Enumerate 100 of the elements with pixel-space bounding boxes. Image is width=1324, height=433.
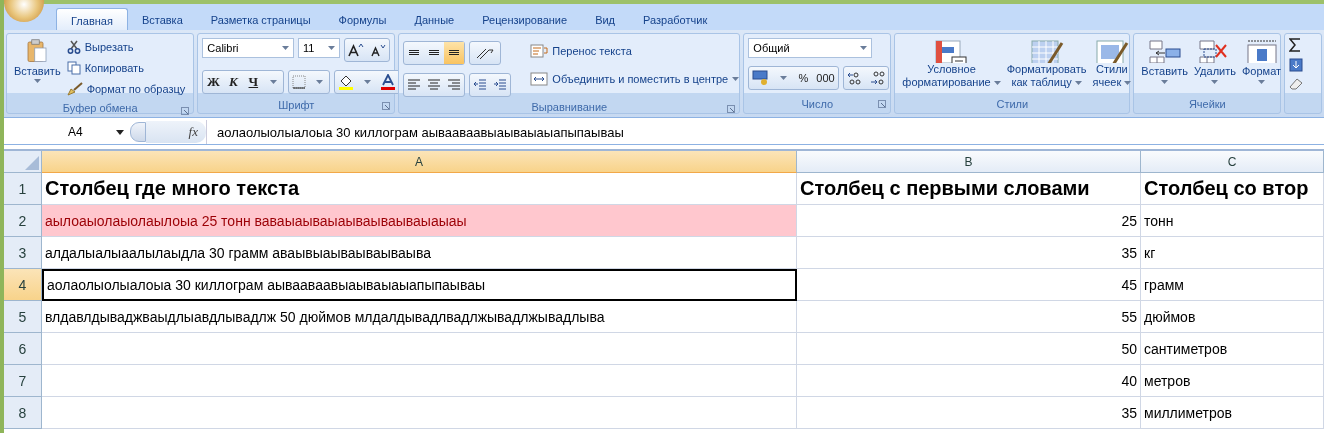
- fill-down-icon[interactable]: [1289, 58, 1304, 72]
- table-cell: Столбец со втор: [1141, 173, 1324, 205]
- column-header[interactable]: A: [42, 151, 797, 173]
- row-header[interactable]: 2: [4, 205, 42, 237]
- table-cell: влдавлдываджваыдлыавдлывадлж 50 дюймов млдалдывадлвадлжывадлжывадлыва: [42, 301, 797, 333]
- merge-center-button[interactable]: Объединить и поместить в центре: [527, 69, 743, 89]
- align-lines-icon: [427, 78, 442, 92]
- table-cell: кг: [1141, 237, 1324, 269]
- wrap-text-button[interactable]: Перенос текста: [527, 41, 743, 61]
- scissors-icon: [66, 40, 81, 54]
- underline-button[interactable]: Ч: [243, 71, 264, 93]
- decimal-arrows-icon: [846, 70, 863, 86]
- table-cell: аылоаыолаыолаылоыа 25 тонн ваваыаываыаываываываыаыаы: [42, 205, 797, 237]
- font-color-icon: [380, 74, 397, 90]
- eraser-icon[interactable]: [1289, 78, 1304, 90]
- cut-button[interactable]: Вырезать: [63, 37, 189, 57]
- table-cell: аолаолыолыалоыа 30 киллограм аывааваавыаываыаыапыпаываы: [42, 269, 797, 301]
- table-cell: 50: [797, 333, 1141, 365]
- caret-icon: [993, 80, 1001, 85]
- cells-button[interactable]: Формат: [1238, 37, 1285, 86]
- table-cell: алдалыалыаалылаыдла 30 грамм аваывыаываываываыва: [42, 237, 797, 269]
- rotated-text-icon: [475, 46, 496, 60]
- ribbon-tab[interactable]: Вид: [581, 8, 630, 30]
- ribbon-tab[interactable]: Разработчик: [629, 8, 722, 30]
- row-header[interactable]: 8: [4, 397, 42, 429]
- align-lines-icon: [428, 50, 441, 56]
- table-cell: 45: [797, 269, 1141, 301]
- table-brush-icon: [1029, 39, 1064, 63]
- shrink-font-icon: [370, 43, 387, 57]
- align-lines-icon: [407, 78, 422, 92]
- table-cell: 25: [797, 205, 1141, 237]
- copy-icon: [66, 61, 81, 75]
- row-header[interactable]: 6: [4, 333, 42, 365]
- table-cell: сантиметров: [1141, 333, 1324, 365]
- style-button[interactable]: Стили ячеек: [1089, 37, 1135, 91]
- indent-icon: [473, 78, 488, 92]
- border-grid-icon: [292, 75, 307, 89]
- merge-cells-icon: [530, 72, 549, 86]
- italic-button[interactable]: К: [223, 71, 244, 93]
- table-cell: грамм: [1141, 269, 1324, 301]
- dialog-launcher-icon[interactable]: [382, 102, 391, 110]
- cells-button[interactable]: Удалить: [1190, 37, 1239, 86]
- caret-icon: [328, 46, 336, 50]
- sigma-icon[interactable]: [1289, 38, 1302, 52]
- caret-icon: [1074, 80, 1082, 85]
- cells-button[interactable]: Вставить: [1138, 37, 1191, 86]
- percent-button[interactable]: %: [793, 67, 814, 89]
- table-cell: 35: [797, 397, 1141, 429]
- vertical-align-button[interactable]: [444, 42, 465, 64]
- table-cell: 55: [797, 301, 1141, 333]
- name-box[interactable]: A4: [4, 120, 130, 144]
- caret-icon: [1161, 80, 1169, 84]
- bold-button[interactable]: Ж: [203, 71, 224, 93]
- caret-icon: [33, 79, 41, 83]
- ribbon-tab[interactable]: Данные: [400, 8, 469, 30]
- caret-icon: [1211, 80, 1219, 84]
- dialog-launcher-icon[interactable]: [727, 105, 736, 113]
- caret-icon: [116, 129, 124, 135]
- style-button[interactable]: Условное форматирование: [899, 37, 1004, 91]
- caret-icon: [860, 46, 868, 50]
- dialog-launcher-icon[interactable]: [181, 107, 190, 115]
- row-header[interactable]: 1: [4, 173, 42, 205]
- insert-function-button[interactable]: fx: [146, 121, 206, 143]
- caret-icon: [1124, 80, 1132, 85]
- row-header[interactable]: 5: [4, 301, 42, 333]
- caret-icon: [315, 80, 323, 84]
- caret-icon: [732, 77, 740, 81]
- group-title: Стили: [996, 98, 1029, 110]
- ribbon-tab[interactable]: Разметка страницы: [196, 8, 325, 30]
- office-logo-button[interactable]: [4, 0, 44, 22]
- table-cell: Столбец с первыми словами: [797, 173, 1141, 205]
- decimal-arrows-icon: [868, 70, 885, 86]
- thousands-button[interactable]: 000: [813, 67, 838, 89]
- number-format-dropdown[interactable]: Общий: [748, 38, 873, 58]
- ribbon-tab[interactable]: Рецензирование: [468, 8, 582, 30]
- font-name-dropdown[interactable]: Calibri: [202, 38, 295, 58]
- column-header[interactable]: B: [797, 151, 1141, 173]
- copy-button[interactable]: Копировать: [63, 58, 189, 78]
- caret-icon: [363, 80, 371, 84]
- resize-handle[interactable]: [130, 122, 146, 142]
- caret-icon: [1258, 80, 1265, 84]
- group-title: Число: [801, 98, 834, 110]
- dialog-launcher-icon[interactable]: [878, 100, 887, 108]
- table-cell: 35: [797, 237, 1141, 269]
- format-painter-button[interactable]: Формат по образцу: [63, 79, 189, 99]
- align-lines-icon: [447, 78, 462, 92]
- row-header[interactable]: 4: [4, 269, 42, 301]
- style-button[interactable]: Форматировать как таблицу: [1003, 37, 1090, 91]
- font-size-dropdown[interactable]: 11: [298, 38, 341, 58]
- paste-button[interactable]: Вставить: [11, 37, 64, 85]
- ribbon-tab[interactable]: Формулы: [324, 8, 401, 30]
- row-header[interactable]: 7: [4, 365, 42, 397]
- cell-brush-icon: [1094, 39, 1129, 63]
- column-header[interactable]: C: [1141, 151, 1324, 173]
- ribbon-tab[interactable]: Вставка: [127, 8, 197, 30]
- formula-input[interactable]: аолаолыолыалоыа 30 киллограм аывааваавыаываыаыапыпаываы: [206, 120, 1324, 144]
- caret-icon: [269, 80, 277, 84]
- table-cell: 40: [797, 365, 1141, 397]
- ribbon-tab[interactable]: Главная: [56, 8, 128, 30]
- row-header[interactable]: 3: [4, 237, 42, 269]
